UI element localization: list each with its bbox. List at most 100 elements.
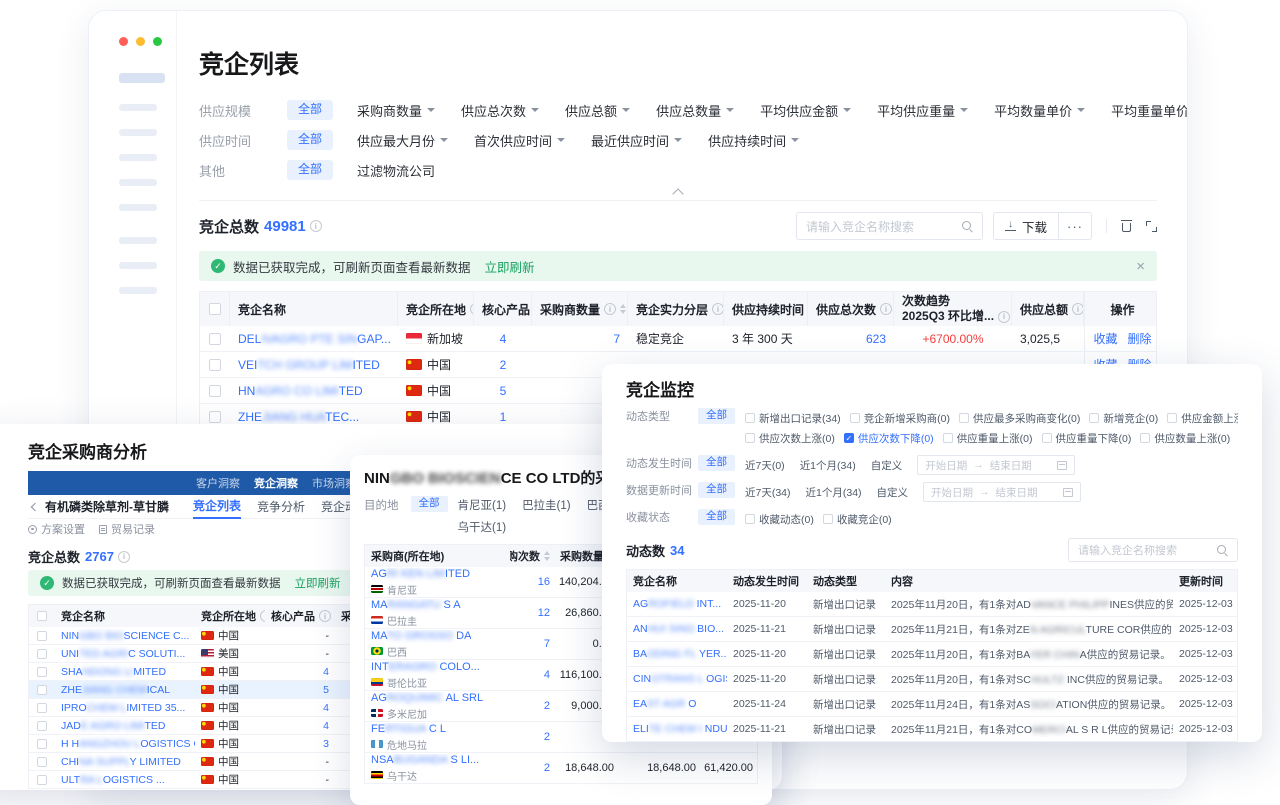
company-link[interactable]: UNITED AGRIC SOLUTI...	[61, 648, 185, 660]
company-link[interactable]: CHINA SUPPLY LIMITED	[61, 756, 181, 768]
filter-option[interactable]: 采购商数量	[357, 101, 435, 120]
company-link[interactable]: SHANDONG LIMITED	[61, 666, 166, 678]
checkbox[interactable]	[37, 703, 47, 713]
company-link[interactable]: ELITE CHEM I NDU...	[633, 723, 727, 735]
company-link[interactable]: EAST AGR O	[633, 698, 696, 710]
filter-all-chip[interactable]: 全部	[698, 482, 735, 498]
more-options-button[interactable]: ···	[1058, 212, 1092, 240]
filter-option[interactable]: 平均数量单价	[994, 101, 1085, 120]
core-product-count[interactable]: 4	[323, 666, 329, 678]
filter-all-chip[interactable]: 全部	[698, 408, 735, 424]
filter-checkbox-option[interactable]: 新增竞企(0)	[1089, 411, 1158, 426]
download-button[interactable]: 下载	[993, 212, 1059, 240]
checkbox[interactable]	[37, 631, 47, 641]
delete-action[interactable]: 删除	[1128, 330, 1152, 347]
checkbox[interactable]	[959, 413, 969, 423]
checkbox[interactable]	[209, 303, 221, 315]
filter-option[interactable]: 近7天(0)	[745, 458, 785, 473]
refresh-now-link[interactable]: 立即刷新	[485, 257, 535, 276]
subnav-doc[interactable]: 贸易记录	[99, 521, 155, 537]
filter-option[interactable]: 供应总数量	[656, 101, 734, 120]
checkbox[interactable]	[1042, 433, 1052, 443]
checkbox[interactable]	[37, 775, 47, 785]
search-input[interactable]: 请输入竞企名称搜索	[1068, 538, 1238, 562]
filter-option[interactable]: 近1个月(34)	[806, 485, 862, 500]
search-input[interactable]: 请输入竞企名称搜索	[796, 212, 983, 240]
buyer-link[interactable]: AGROQUIMIC AL SRL	[371, 692, 483, 704]
filter-option[interactable]: 近1个月(34)	[800, 458, 856, 473]
filter-checkbox-option[interactable]: 供应数量上涨(0)	[1140, 431, 1230, 446]
filter-checkbox-option[interactable]: 供应最多采购商变化(0)	[959, 411, 1080, 426]
company-link[interactable]: H HANGZHOU LOGISTICS C...	[61, 738, 195, 750]
filter-option[interactable]: 供应总次数	[461, 101, 539, 120]
company-link[interactable]: JADE AGRO LIMITED	[61, 720, 165, 732]
checkbox[interactable]	[37, 721, 47, 731]
subnav-gear[interactable]: 方案设置	[28, 521, 85, 537]
filter-option[interactable]: 自定义	[871, 458, 903, 473]
company-link[interactable]: HNAGRO CO LIMITED	[238, 384, 363, 398]
filter-checkbox-option[interactable]: 供应重量上涨(0)	[943, 431, 1033, 446]
date-range-input[interactable]: 开始日期→结束日期	[917, 455, 1075, 475]
filter-checkbox-option[interactable]: 新增出口记录(34)	[745, 411, 841, 426]
filter-checkbox-option[interactable]: 收藏动态(0)	[745, 512, 814, 527]
filter-option[interactable]: 供应持续时间	[708, 131, 799, 150]
filter-all-chip[interactable]: 全部	[287, 100, 333, 119]
filter-checkbox-option[interactable]: 供应重量下降(0)	[1042, 431, 1132, 446]
refresh-now-link[interactable]: 立即刷新	[295, 575, 341, 591]
topnav-item[interactable]: 客户洞察	[196, 475, 240, 491]
destination-option[interactable]: 肯尼亚(1)	[458, 496, 507, 516]
checkbox[interactable]	[37, 667, 47, 677]
checkbox[interactable]	[943, 433, 953, 443]
checkbox[interactable]	[850, 413, 860, 423]
checkbox[interactable]	[37, 611, 47, 621]
minimize-window-button[interactable]	[136, 37, 145, 46]
filter-all-chip[interactable]: 全部	[698, 509, 735, 525]
collapse-filters-button[interactable]	[199, 185, 1157, 201]
checkbox[interactable]	[1089, 413, 1099, 423]
fullscreen-button[interactable]	[1146, 221, 1157, 232]
date-range-input[interactable]: 开始日期→结束日期	[923, 482, 1081, 502]
dest-all-chip[interactable]: 全部	[411, 496, 448, 512]
checkbox[interactable]	[823, 514, 833, 524]
filter-checkbox-option[interactable]: 收藏竞企(0)	[823, 512, 892, 527]
company-link[interactable]: BAODING FL YER...	[633, 648, 727, 660]
favorite-action[interactable]: 收藏	[1093, 330, 1117, 347]
checkbox[interactable]	[37, 757, 47, 767]
company-link[interactable]: ULTRA LOGISTICS ...	[61, 774, 165, 786]
destination-option[interactable]: 巴拉圭(1)	[522, 496, 571, 516]
core-product-count[interactable]: 4	[323, 720, 329, 732]
checkbox[interactable]	[37, 685, 47, 695]
company-link[interactable]: DELIVAGRO PTE SINGAP...	[238, 332, 391, 346]
filter-option[interactable]: 平均供应重量	[877, 101, 968, 120]
checkbox[interactable]	[209, 411, 221, 423]
filter-checkbox-option[interactable]: 竞企新增采购商(0)	[850, 411, 950, 426]
zoom-window-button[interactable]	[153, 37, 162, 46]
buyer-link[interactable]: MARANGATU S A	[371, 599, 461, 611]
filter-option[interactable]: 自定义	[877, 485, 909, 500]
checkbox[interactable]	[745, 413, 755, 423]
filter-option[interactable]: 供应最大月份	[357, 131, 448, 150]
topnav-item[interactable]: 竞企洞察	[254, 475, 298, 491]
tab-item[interactable]: 竞争分析	[257, 495, 305, 519]
core-product-count[interactable]: 5	[474, 378, 532, 403]
close-icon[interactable]: ×	[1136, 258, 1145, 275]
checkbox[interactable]	[745, 433, 755, 443]
checkbox[interactable]: ✓	[844, 433, 854, 443]
company-link[interactable]: ZHEJIANG CHEMICAL	[61, 684, 170, 696]
checkbox[interactable]	[1167, 413, 1177, 423]
buyer-link[interactable]: FERTIGUA C L	[371, 723, 446, 735]
filter-option[interactable]: 近7天(34)	[745, 485, 791, 500]
filter-option[interactable]: 平均供应金额	[760, 101, 851, 120]
filter-option[interactable]: 首次供应时间	[474, 131, 565, 150]
destination-option[interactable]: 乌干达(1)	[458, 518, 507, 538]
tab-item[interactable]: 竞企列表	[193, 495, 241, 519]
buyer-link[interactable]: NSABUGANDA S LI...	[371, 754, 479, 766]
filter-all-chip[interactable]: 全部	[287, 130, 333, 149]
company-link[interactable]: AGROFIELD INT...	[633, 598, 721, 610]
checkbox[interactable]	[37, 739, 47, 749]
filter-option[interactable]: 平均重量单价	[1111, 101, 1188, 120]
filter-checkbox-option[interactable]: 供应金额上涨(0)	[1167, 411, 1238, 426]
company-link[interactable]: ANHUI SINO BIO...	[633, 623, 724, 635]
filter-checkbox-option[interactable]: 供应次数上涨(0)	[745, 431, 835, 446]
company-link[interactable]: NINGBO BIOSCIENCE C...	[61, 630, 189, 642]
